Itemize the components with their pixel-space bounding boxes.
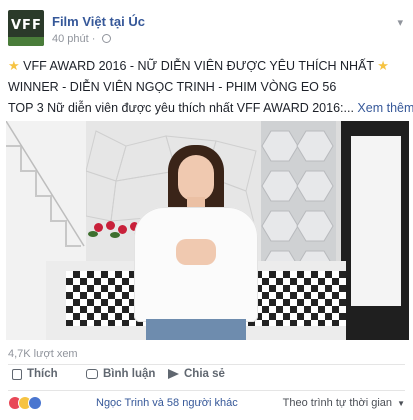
like-button[interactable]: Thích	[12, 368, 58, 380]
divider	[8, 390, 405, 391]
comment-icon	[86, 369, 98, 379]
video-person	[126, 141, 266, 340]
avatar-logo-text: VFF	[11, 18, 42, 33]
star-icon: ★	[377, 58, 389, 73]
like-reaction-icon[interactable]	[28, 396, 42, 410]
action-bar: Thích Bình luận Chia sẻ	[8, 366, 405, 388]
post-text-line-3-content: TOP 3 Nữ diễn viên được yêu thích nhất V…	[8, 101, 354, 115]
avatar-band	[8, 37, 44, 46]
comment-sort-dropdown[interactable]: Theo trình tự thời gian ▼	[283, 397, 405, 409]
video-door-frame	[351, 136, 401, 306]
share-label: Chia sẻ	[184, 368, 225, 380]
post-text-line-1: ★ VFF AWARD 2016 - NỮ DIỄN VIÊN ĐƯỢC YÊU…	[8, 55, 408, 77]
page-avatar[interactable]: VFF	[8, 10, 44, 46]
post-text-line-2: WINNER - DIỄN VIÊN NGỌC TRINH - PHIM VÒN…	[8, 80, 337, 94]
comment-label: Bình luận	[103, 368, 156, 380]
post-meta: 40 phút ·	[52, 33, 111, 45]
star-icon: ★	[8, 58, 20, 73]
see-more-link[interactable]: Xem thêm	[357, 101, 413, 115]
post-text-line-3: TOP 3 Nữ diễn viên được yêu thích nhất V…	[8, 98, 413, 119]
flower-leaf	[110, 232, 120, 238]
post-timestamp[interactable]: 40 phút	[52, 33, 89, 45]
share-icon	[168, 369, 179, 379]
post-header: VFF Film Việt tại Úc 40 phút · ▾	[8, 6, 405, 46]
facebook-post: VFF Film Việt tại Úc 40 phút · ▾ ★ VFF A…	[0, 0, 413, 420]
share-button[interactable]: Chia sẻ	[168, 368, 225, 380]
comment-sort-label: Theo trình tự thời gian	[282, 397, 393, 409]
divider	[8, 364, 405, 365]
view-count[interactable]: 4,7K lượt xem	[8, 348, 78, 360]
person-face	[178, 155, 214, 201]
reactions-summary-link[interactable]: Ngọc Trinh và 58 người khác	[96, 397, 238, 409]
person-jeans	[146, 319, 246, 340]
post-text-line-1-content: VFF AWARD 2016 - NỮ DIỄN VIÊN ĐƯỢC YÊU T…	[23, 59, 374, 73]
reactions-row: Ngọc Trinh và 58 người khác Theo trình t…	[8, 396, 405, 412]
chevron-down-icon[interactable]: ▾	[397, 16, 403, 29]
person-hands	[176, 239, 216, 265]
page-name-link[interactable]: Film Việt tại Úc	[52, 14, 145, 29]
flower-leaf	[88, 231, 98, 237]
thumbs-up-icon	[12, 368, 22, 380]
caret-down-icon: ▼	[397, 399, 405, 408]
video-player[interactable]	[6, 121, 409, 340]
globe-icon	[101, 34, 111, 43]
flower	[106, 221, 115, 230]
flower	[94, 223, 103, 232]
like-label: Thích	[27, 368, 58, 380]
meta-separator: ·	[91, 33, 96, 45]
comment-button[interactable]: Bình luận	[86, 368, 155, 380]
post-text: ★ VFF AWARD 2016 - NỮ DIỄN VIÊN ĐƯỢC YÊU…	[8, 55, 413, 119]
